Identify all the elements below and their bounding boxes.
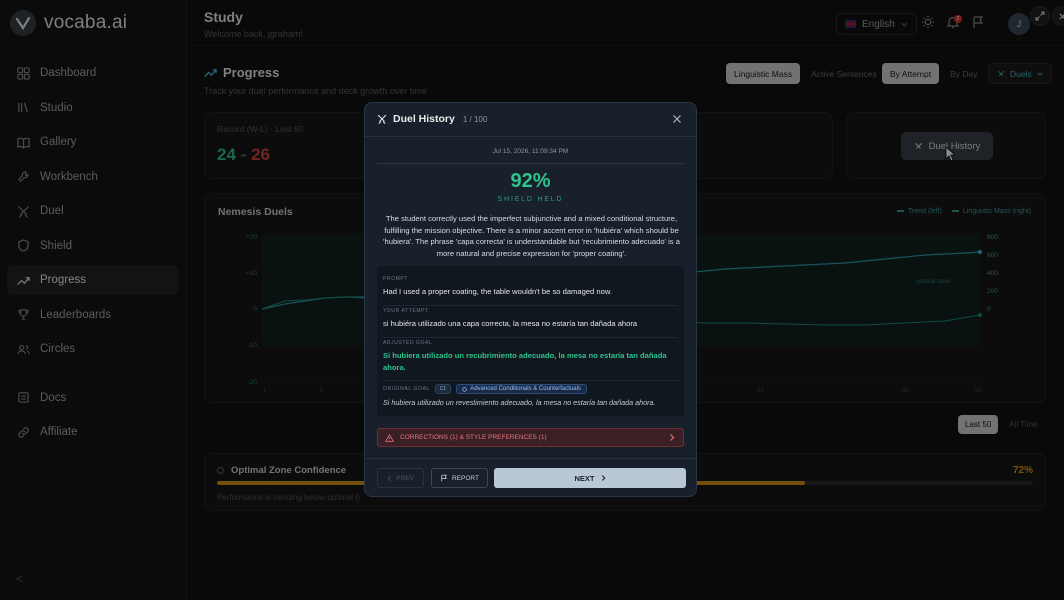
- chevron-left-icon: [387, 475, 392, 481]
- prompt-label: PROMPT: [383, 276, 408, 282]
- prompt-section: PROMPT Had I used a proper coating, the …: [383, 276, 678, 306]
- adjusted-goal-label: ADJUSTED GOAL: [383, 340, 433, 346]
- warning-icon: [385, 433, 394, 442]
- duel-details-panel: PROMPT Had I used a proper coating, the …: [377, 266, 684, 416]
- report-button[interactable]: REPORT: [431, 468, 488, 488]
- modal-title: Duel History 1 / 100: [377, 113, 487, 125]
- corrections-toggle[interactable]: CORRECTIONS (1) & STYLE PREFERENCES (1): [377, 428, 684, 447]
- swords-icon: [377, 114, 387, 124]
- chevron-right-icon: [670, 434, 675, 441]
- attempt-label: YOUR ATTEMPT: [383, 308, 429, 314]
- modal-close-icon[interactable]: [670, 112, 684, 126]
- duel-timestamp: Jul 15, 2026, 11:09:34 PM: [492, 148, 569, 155]
- level-badge: C1: [434, 384, 452, 394]
- chevron-right-icon: [601, 475, 606, 481]
- original-goal-section: ORIGINAL GOAL C1 Advanced Conditionals &…: [383, 384, 678, 416]
- flag-icon: [441, 474, 448, 482]
- topic-badge: Advanced Conditionals & Counterfactuals: [456, 384, 587, 394]
- adjusted-goal-text: Si hubiera utilizado un recubrimiento ad…: [383, 351, 667, 372]
- next-button[interactable]: NEXT: [494, 468, 686, 488]
- app-root: vocaba.ai Dashboard Studio Gallery Workb…: [0, 0, 1064, 600]
- prev-button[interactable]: PREV: [377, 468, 424, 488]
- duel-score: 92%: [510, 170, 551, 192]
- adjusted-goal-section: ADJUSTED GOAL Si hubiera utilizado un re…: [383, 340, 678, 381]
- modal-footer: PREV REPORT NEXT: [365, 458, 696, 496]
- duel-counter: 1 / 100: [462, 114, 488, 124]
- divider: [377, 163, 684, 164]
- duel-status: SHIELD HELD: [497, 196, 564, 203]
- circle-icon: [462, 386, 467, 392]
- attempt-text: si hubiéra utilizado una capa correcta, …: [383, 319, 638, 328]
- attempt-section: YOUR ATTEMPT si hubiéra utilizado una ca…: [383, 308, 678, 338]
- original-goal-label: ORIGINAL GOAL: [383, 386, 430, 392]
- prompt-text: Had I used a proper coating, the table w…: [383, 287, 612, 296]
- original-goal-text: Si hubiera utilizado un revestimiento ad…: [383, 398, 656, 407]
- duel-feedback: The student correctly used the imperfect…: [383, 214, 680, 258]
- duel-history-modal: Duel History 1 / 100 Jul 15, 2026, 11:09…: [364, 102, 697, 497]
- modal-header: Duel History 1 / 100: [365, 103, 696, 137]
